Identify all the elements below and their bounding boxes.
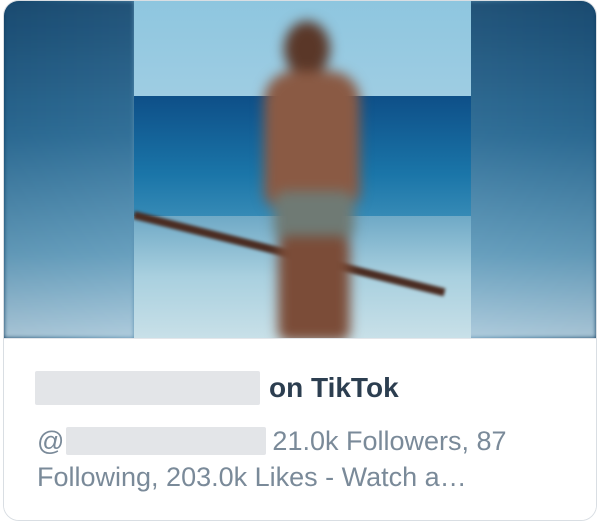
preview-description: @21.0k Followers, 87 Following, 203.0k L… [37,423,567,495]
tiktok-link-preview-card[interactable]: on TikTok @21.0k Followers, 87 Following… [3,0,597,521]
preview-title[interactable]: on TikTok [35,368,399,408]
handle-prefix: @ [37,426,65,456]
title-suffix: on TikTok [269,372,399,403]
image-person-blurred [244,21,394,338]
redacted-handle [66,427,267,455]
media-blur-left [4,1,134,338]
preview-meta: on TikTok @21.0k Followers, 87 Following… [4,338,596,520]
redacted-username [35,371,260,405]
preview-image [134,1,471,338]
media-blur-right [466,1,596,338]
preview-media[interactable] [4,1,596,338]
